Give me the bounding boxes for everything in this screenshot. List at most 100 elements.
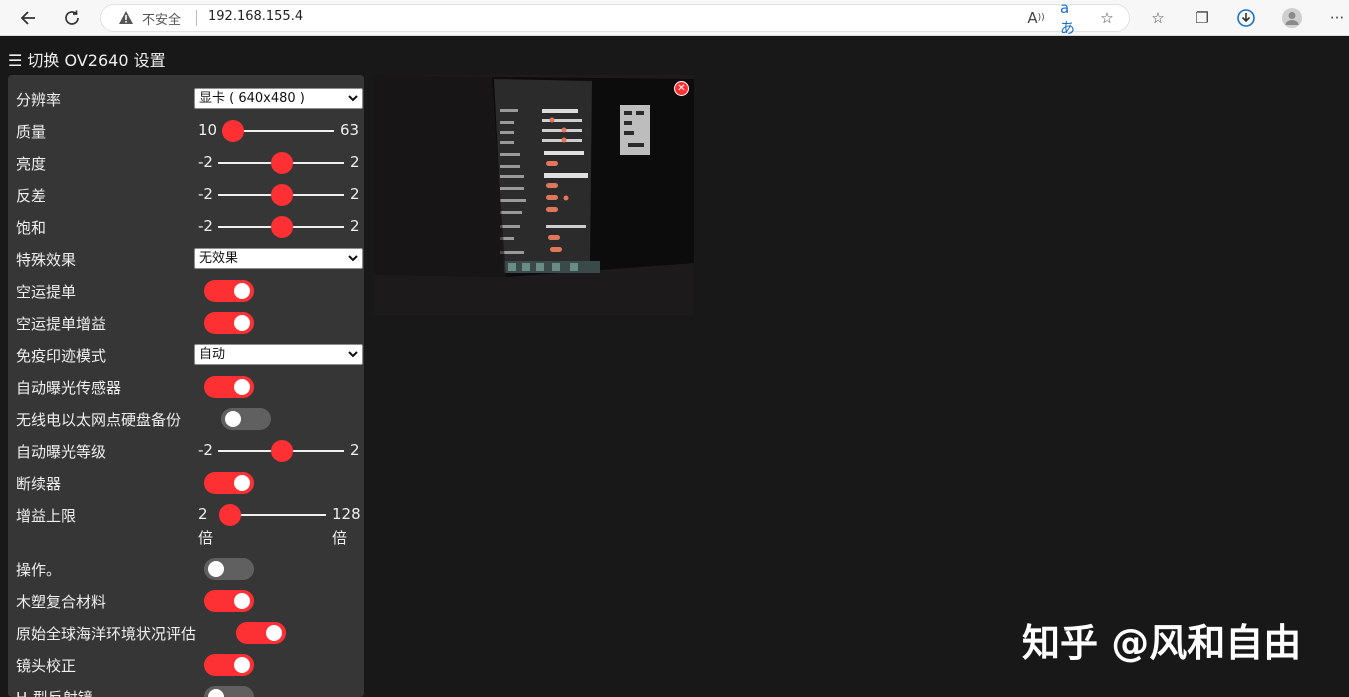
wb-mode-row: 免疫印迹模式 自动 [16, 342, 363, 368]
profile-avatar-icon[interactable] [1281, 7, 1303, 29]
aec-sensor-toggle[interactable] [204, 376, 254, 398]
lens-correction-toggle[interactable] [204, 654, 254, 676]
agc-label: 断续器 [16, 475, 62, 493]
brightness-slider-thumb[interactable] [271, 152, 293, 174]
awb-toggle[interactable] [204, 280, 254, 302]
toggle-knob [225, 411, 241, 427]
lens-correction-row: 镜头校正 [16, 652, 356, 678]
bpc-label: 操作。 [16, 561, 62, 579]
aec-dsp-label: 无线电以太网点硬盘备份 [16, 411, 182, 429]
toggle-knob [234, 315, 250, 331]
security-label[interactable]: 不安全 [142, 9, 181, 28]
more-menu-icon[interactable]: ··· [1326, 7, 1348, 29]
gain-ceiling-max: 128 [332, 505, 361, 523]
contrast-row: 反差 -2 2 [16, 182, 360, 208]
chevron-down-icon [348, 351, 358, 358]
quality-row: 质量 10 63 [16, 118, 360, 144]
ae-level-slider-thumb[interactable] [271, 440, 293, 462]
gain-ceiling-label: 增益上限 [16, 507, 77, 525]
aec-sensor-row: 自动曝光传感器 [16, 374, 356, 400]
aec-dsp-toggle[interactable] [221, 408, 271, 430]
lens-correction-label: 镜头校正 [16, 657, 77, 675]
ae-level-max: 2 [350, 441, 360, 459]
read-aloud-icon[interactable]: A)) [1025, 7, 1047, 29]
resolution-label: 分辨率 [16, 91, 62, 109]
toggle-knob [266, 625, 282, 641]
camera-stream-image [374, 75, 694, 315]
contrast-label: 反差 [16, 187, 47, 205]
awb-gain-row: 空运提单增益 [16, 310, 356, 336]
saturation-label: 饱和 [16, 219, 47, 237]
add-favorite-icon[interactable]: ☆ [1096, 7, 1118, 29]
wpc-toggle[interactable] [204, 590, 254, 612]
wb-mode-label: 免疫印迹模式 [16, 347, 107, 365]
saturation-row: 饱和 -2 2 [16, 214, 360, 240]
awb-row: 空运提单 [16, 278, 356, 304]
back-arrow-icon[interactable] [16, 6, 40, 30]
toggle-knob [234, 593, 250, 609]
special-effect-select[interactable]: 无效果 [194, 248, 363, 269]
raw-gma-label: 原始全球海洋环境状况评估 [16, 625, 197, 643]
special-effect-select-value: 无效果 [199, 251, 239, 266]
wpc-row: 木塑复合材料 [16, 588, 356, 614]
aec-dsp-row: 无线电以太网点硬盘备份 [16, 406, 356, 432]
brightness-max: 2 [350, 153, 360, 171]
gain-ceiling-min: 2 [198, 505, 208, 523]
url-text[interactable]: 192.168.155.4 [208, 9, 303, 24]
contrast-min: -2 [198, 185, 213, 203]
download-icon[interactable] [1235, 7, 1257, 29]
watermark-text: 知乎 @风和自由 [1022, 621, 1302, 665]
page-title[interactable]: ☰ 切换 OV2640 设置 [8, 47, 166, 71]
resolution-row: 分辨率 显卡 ( 640x480 ) [16, 86, 363, 112]
warning-icon[interactable] [118, 10, 134, 26]
wb-mode-select-value: 自动 [199, 347, 226, 362]
gain-ceiling-min-unit: 倍 [198, 529, 214, 547]
brightness-row: 亮度 -2 2 [16, 150, 360, 176]
collections-icon[interactable]: ❐ [1191, 7, 1213, 29]
address-divider [196, 10, 197, 26]
stream-frame [374, 75, 694, 315]
saturation-slider-thumb[interactable] [271, 216, 293, 238]
close-stream-button[interactable]: ✕ [674, 81, 689, 96]
raw-gma-toggle[interactable] [236, 622, 286, 644]
toggle-knob [234, 657, 250, 673]
saturation-max: 2 [350, 217, 360, 235]
chevron-down-icon [348, 95, 358, 102]
awb-gain-label: 空运提单增益 [16, 315, 107, 333]
saturation-min: -2 [198, 217, 213, 235]
translate-icon[interactable]: aあ [1060, 0, 1082, 37]
reload-icon[interactable] [60, 6, 84, 30]
bpc-toggle[interactable] [204, 558, 254, 580]
gain-ceiling-row: 增益上限 2 倍 128 倍 [16, 502, 361, 550]
hmirror-row: H-型反射镜 [16, 684, 356, 697]
agc-toggle[interactable] [204, 472, 254, 494]
toggle-knob [234, 379, 250, 395]
settings-panel: 分辨率 显卡 ( 640x480 ) 质量 10 63 亮度 -2 2 反差 -… [8, 75, 364, 697]
contrast-slider-thumb[interactable] [271, 184, 293, 206]
resolution-select[interactable]: 显卡 ( 640x480 ) [194, 88, 363, 109]
bpc-row: 操作。 [16, 556, 356, 582]
quality-slider-thumb[interactable] [222, 120, 244, 142]
wpc-label: 木塑复合材料 [16, 593, 107, 611]
awb-label: 空运提单 [16, 283, 77, 301]
wb-mode-select[interactable]: 自动 [194, 344, 363, 365]
chevron-down-icon [348, 255, 358, 262]
hmirror-toggle[interactable] [204, 686, 254, 697]
hmirror-label: H-型反射镜 [16, 687, 93, 697]
toggle-knob [234, 475, 250, 491]
ae-level-min: -2 [198, 441, 213, 459]
ae-level-row: 自动曝光等级 -2 2 [16, 438, 360, 464]
toggle-knob [208, 689, 224, 697]
brightness-label: 亮度 [16, 155, 47, 173]
gain-ceiling-slider-thumb[interactable] [219, 504, 241, 526]
favorites-icon[interactable]: ☆ [1147, 7, 1169, 29]
quality-max: 63 [340, 121, 360, 139]
special-effect-row: 特殊效果 无效果 [16, 246, 363, 272]
special-effect-label: 特殊效果 [16, 251, 77, 269]
resolution-select-value: 显卡 ( 640x480 ) [199, 91, 305, 106]
browser-toolbar: 不安全 192.168.155.4 A)) aあ ☆ ☆ ❐ ··· [0, 0, 1349, 37]
awb-gain-toggle[interactable] [204, 312, 254, 334]
aec-sensor-label: 自动曝光传感器 [16, 379, 122, 397]
quality-min: 10 [198, 121, 218, 139]
toggle-knob [208, 561, 224, 577]
